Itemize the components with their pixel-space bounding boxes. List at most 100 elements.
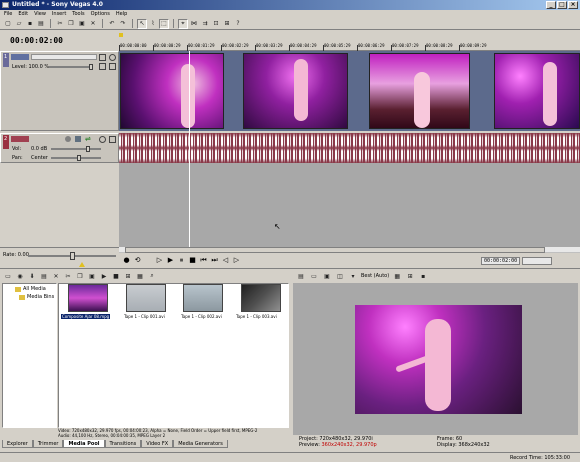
preview-properties-icon[interactable]: ▤ xyxy=(296,271,306,281)
copy-icon[interactable]: ❐ xyxy=(66,19,76,29)
preview-quality-select[interactable]: Best (Auto) xyxy=(361,273,389,279)
snapping-icon[interactable]: ⌖ xyxy=(178,18,188,29)
new-icon[interactable]: ▢ xyxy=(3,19,13,29)
views-icon[interactable]: ▦ xyxy=(135,271,145,281)
go-to-start-icon[interactable]: ⏮ xyxy=(199,256,208,265)
stop-icon[interactable]: ■ xyxy=(188,256,197,265)
tab-media-generators[interactable]: Media Generators xyxy=(173,440,228,448)
audio-track-header[interactable]: 2 ⇌ Vol: 0.0 dB Pan: Center xyxy=(0,133,119,163)
whats-this-help-icon[interactable]: ? xyxy=(233,19,243,29)
tree-item-media-bins[interactable]: Media Bins xyxy=(19,294,54,300)
invert-phase-icon[interactable] xyxy=(75,136,81,142)
remove-icon[interactable]: ✕ xyxy=(51,271,61,281)
media-item-label[interactable]: Tape 1 - Clip 001.avi xyxy=(124,314,165,319)
normal-edit-tool-icon[interactable]: ↖ xyxy=(137,18,147,29)
open-icon[interactable]: ▱ xyxy=(14,19,24,29)
track-name-field[interactable] xyxy=(31,54,97,60)
lock-envelopes-icon[interactable]: ⊡ xyxy=(211,19,221,29)
maximize-button[interactable]: □ xyxy=(557,1,567,9)
cut-icon[interactable]: ✂ xyxy=(63,271,73,281)
media-thumbnail[interactable] xyxy=(241,284,281,312)
paste-icon[interactable]: ▣ xyxy=(77,19,87,29)
tab-trimmer[interactable]: Trimmer xyxy=(32,440,64,448)
previous-frame-icon[interactable]: ◁ xyxy=(221,256,230,265)
start-marker-icon[interactable] xyxy=(119,33,123,37)
media-item-label[interactable]: Tape 1 - Clip 002.avi xyxy=(181,314,222,319)
video-track-header[interactable]: 1 Level: 100.0 % xyxy=(0,51,119,131)
overlays-icon[interactable]: ▦ xyxy=(392,271,402,281)
save-snapshot-icon[interactable]: ▪ xyxy=(418,271,428,281)
timeline-scrollbar-thumb[interactable] xyxy=(125,247,545,253)
solo-icon[interactable] xyxy=(109,136,116,143)
next-frame-icon[interactable]: ▷ xyxy=(232,256,241,265)
mute-icon[interactable] xyxy=(99,136,106,143)
go-to-end-icon[interactable]: ⏭ xyxy=(210,256,219,265)
pan-slider[interactable] xyxy=(51,157,101,159)
track-motion-icon[interactable] xyxy=(99,63,106,70)
capture-icon[interactable]: ◉ xyxy=(15,271,25,281)
menu-tools[interactable]: Tools xyxy=(72,10,84,18)
menu-edit[interactable]: Edit xyxy=(18,10,28,18)
timeline-ruler[interactable]: 00:00:00:00 00:00:00:29 00:00:01:29 00:0… xyxy=(119,33,580,51)
media-thumbnail[interactable] xyxy=(68,284,108,312)
menu-view[interactable]: View xyxy=(34,10,46,18)
open-media-icon[interactable]: ▭ xyxy=(3,271,13,281)
save-icon[interactable]: ▪ xyxy=(25,19,35,29)
envelope-tool-icon[interactable]: ⌇ xyxy=(148,19,158,29)
auto-crossfade-icon[interactable]: ⋈ xyxy=(189,19,199,29)
video-fx-icon[interactable]: ▣ xyxy=(322,271,332,281)
media-fx-icon[interactable]: ▣ xyxy=(87,271,97,281)
play-icon[interactable]: ▶ xyxy=(166,256,175,265)
video-clip[interactable] xyxy=(120,53,224,129)
stop-preview-icon[interactable]: ■ xyxy=(111,271,121,281)
volume-slider-thumb[interactable] xyxy=(86,146,90,152)
level-slider-thumb[interactable] xyxy=(89,64,93,70)
tree-item-all-media[interactable]: All Media xyxy=(15,286,46,292)
media-item-label[interactable]: Composite Ajar 08.mpg xyxy=(61,314,111,319)
timeline-cursor[interactable] xyxy=(189,51,190,247)
pause-icon[interactable]: ⏸ xyxy=(177,256,186,265)
solo-icon[interactable] xyxy=(109,54,116,61)
track-fx-icon[interactable]: ⇌ xyxy=(85,136,93,143)
minimize-button[interactable]: _ xyxy=(546,1,556,9)
copy-icon[interactable]: ❐ xyxy=(75,271,85,281)
mute-icon[interactable] xyxy=(99,54,106,61)
media-thumbnail[interactable] xyxy=(126,284,166,312)
track-minimize-icon[interactable] xyxy=(11,54,29,60)
tab-video-fx[interactable]: Video FX xyxy=(141,440,174,448)
video-clip[interactable] xyxy=(369,53,470,129)
menu-file[interactable]: File xyxy=(4,10,12,18)
search-icon[interactable]: ⌕ xyxy=(147,271,157,281)
new-bin-icon[interactable]: ▤ xyxy=(39,271,49,281)
menu-help[interactable]: Help xyxy=(116,10,127,18)
tab-transitions[interactable]: Transitions xyxy=(104,440,142,448)
menu-insert[interactable]: Insert xyxy=(52,10,66,18)
record-icon[interactable]: ● xyxy=(122,256,131,265)
track-fx-icon[interactable] xyxy=(109,63,116,70)
video-clip[interactable] xyxy=(243,53,348,129)
close-button[interactable]: × xyxy=(568,1,578,9)
get-media-icon[interactable]: ⬇ xyxy=(27,271,37,281)
split-screen-icon[interactable]: ◫ xyxy=(335,271,345,281)
external-monitor-icon[interactable]: ▭ xyxy=(309,271,319,281)
redo-icon[interactable]: ↷ xyxy=(118,19,128,29)
properties-icon[interactable]: ⊞ xyxy=(123,271,133,281)
media-thumbnail[interactable] xyxy=(183,284,223,312)
selection-tool-icon[interactable]: ⬚ xyxy=(159,18,169,29)
media-item-label[interactable]: Tape 1 - Clip 003.avi xyxy=(236,314,277,319)
loop-playback-icon[interactable]: ⟲ xyxy=(133,256,142,265)
menu-options[interactable]: Options xyxy=(91,10,110,18)
tab-explorer[interactable]: Explorer xyxy=(2,440,33,448)
properties-icon[interactable]: ▤ xyxy=(36,19,46,29)
auto-preview-icon[interactable]: ▶ xyxy=(99,271,109,281)
play-from-start-icon[interactable]: ▷ xyxy=(155,256,164,265)
cut-icon[interactable]: ✂ xyxy=(55,19,65,29)
pan-slider-thumb[interactable] xyxy=(77,155,81,161)
undo-icon[interactable]: ↶ xyxy=(107,19,117,29)
volume-slider[interactable] xyxy=(51,148,101,150)
ripple-edit-icon[interactable]: ⇉ xyxy=(200,19,210,29)
copy-snapshot-icon[interactable]: ⊞ xyxy=(405,271,415,281)
level-slider[interactable] xyxy=(49,66,93,68)
timeline-scrollbar[interactable] xyxy=(119,247,580,253)
video-clip[interactable] xyxy=(494,53,580,129)
